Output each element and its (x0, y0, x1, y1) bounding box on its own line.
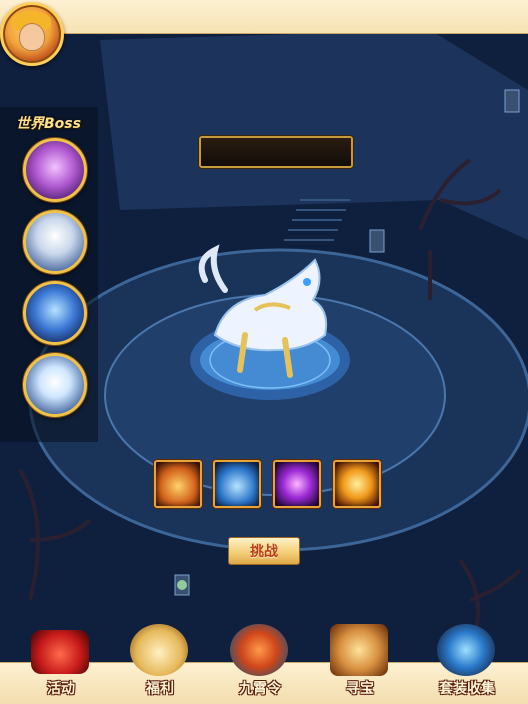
boss-blue-dragon-icon[interactable] (23, 281, 87, 345)
lantern (504, 89, 520, 113)
purple-orb-icon[interactable] (273, 460, 321, 508)
lantern (369, 229, 385, 253)
nav-jiuxiao-token[interactable]: 九霄令 (220, 624, 300, 703)
top-bar (0, 0, 528, 34)
player-avatar[interactable] (0, 2, 64, 66)
blue-book-icon[interactable] (213, 460, 261, 508)
nav-set-collection[interactable]: 套装收集 (427, 624, 507, 703)
nav-label: 九霄令 (239, 681, 281, 697)
nav-treasure-hunt[interactable]: 寻宝 (320, 624, 400, 703)
treasure-pack-icon[interactable] (154, 460, 202, 508)
challenge-button[interactable]: 挑战 (228, 537, 300, 565)
nav-label: 套装收集 (439, 681, 495, 697)
fortune-bag-icon (130, 624, 188, 676)
red-gift-box-icon (31, 630, 89, 674)
fortress-wall (100, 30, 528, 240)
boss-purple-beast-icon[interactable] (23, 138, 87, 202)
nav-welfare[interactable]: 福利 (120, 624, 200, 703)
nav-label: 活动 (47, 681, 75, 697)
boss-white-ape-icon[interactable] (23, 210, 87, 274)
nav-activity[interactable]: 活动 (21, 624, 101, 703)
boss-white-lion-icon[interactable] (23, 353, 87, 417)
treasure-chest-icon (330, 624, 388, 676)
golden-weapon-icon[interactable] (333, 460, 381, 508)
boss-name-plate (199, 136, 353, 168)
dragon-token-icon (230, 624, 288, 676)
stairs (284, 199, 350, 241)
nav-label: 寻宝 (346, 681, 374, 697)
armor-set-icon (437, 624, 495, 676)
white-qilin-beast-icon[interactable] (185, 240, 355, 410)
world-boss-title: 世界Boss (16, 116, 81, 132)
nav-label: 福利 (146, 681, 174, 697)
